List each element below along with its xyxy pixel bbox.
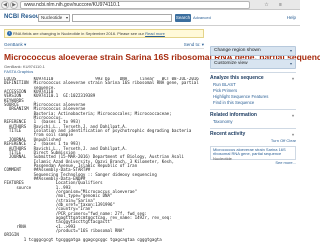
recent-section: Recent activity ▾ Turn Off Clear Microco… [210,128,296,166]
search-input[interactable] [72,14,172,22]
record-line: 1 tcgggcgcgt tgcgggatga ggagcgcggc tgagc… [4,236,162,242]
help-link[interactable]: Help [287,15,296,20]
change-region-label: Change region shown [214,48,261,53]
analyze-title-text: Analyze this sequence [210,75,264,81]
send-to-dropdown[interactable]: Send to: ▾ [184,42,204,48]
bookmark-icon[interactable]: ☆ [262,1,271,9]
recent-title-text: Recent activity [210,131,246,137]
analyze-section: Analyze this sequence ▾ Run BLAST Pick P… [210,72,296,106]
recent-item[interactable]: Micrococcus aloeverae strain Sarina 16S … [210,146,296,161]
search-button[interactable]: Search [175,14,191,22]
info-icon: i [7,31,12,36]
related-section: Related information ▾ Taxonomy [210,109,296,125]
genbank-record: LOCUS KU974110 993 bp DNA linear BCT 08-… [4,77,204,242]
related-section-title[interactable]: Related information ▾ [210,112,296,119]
analyze-section-title[interactable]: Analyze this sequence ▾ [210,75,296,82]
notice-banner: i RNA fields are changing in Nucleotide … [4,29,204,38]
record-toolbar: GenBank ▾ Send to: ▾ [4,42,204,49]
site-header: NCBI Resources Nucleotide ▾ Search Advan… [0,10,300,26]
database-select[interactable]: Nucleotide ▾ [38,14,70,22]
chevron-down-icon: ▾ [289,48,292,53]
address-bar[interactable]: www.ncbi.nlm.nih.gov/nuccore/KU974110.1 [20,1,250,9]
collapse-icon: ▾ [291,113,294,118]
related-title-text: Related information [210,112,257,118]
notice-read-more-link[interactable]: Read more [145,31,165,36]
recent-controls[interactable]: Turn Off Clear [210,138,296,144]
customize-view-button[interactable]: Customize view ▾ [210,59,296,69]
record-links[interactable]: FASTA Graphics [4,69,33,74]
notice-text: RNA fields are changing in Nucleotide in… [13,31,144,36]
page-title: Micrococcus aloeverae strain Sarina 16S … [4,52,320,62]
taxonomy-link[interactable]: Taxonomy [210,119,296,125]
find-in-sequence-link[interactable]: Find in this Sequence [210,100,296,106]
recent-section-title[interactable]: Recent activity ▾ [210,131,296,138]
change-region-button[interactable]: Change region shown ▾ [210,46,296,56]
customize-view-label: Customize view [214,61,248,66]
database-select-value: Nucleotide [41,15,63,20]
forward-button[interactable]: ▶ [10,1,18,9]
collapse-icon: ▾ [291,76,294,81]
chevron-down-icon: ▾ [289,61,292,66]
browser-chrome: ◀ ▶ www.ncbi.nlm.nih.gov/nuccore/KU97411… [0,0,300,10]
chevron-down-icon: ▾ [65,15,68,20]
format-dropdown[interactable]: GenBank ▾ [4,42,26,48]
collapse-icon: ▾ [291,132,294,137]
back-button[interactable]: ◀ [1,1,9,9]
advanced-search-link[interactable]: Advanced [193,15,211,20]
sidebar: Change region shown ▾ Customize view ▾ A… [210,46,296,166]
menu-icon[interactable]: ≡ [276,1,285,9]
